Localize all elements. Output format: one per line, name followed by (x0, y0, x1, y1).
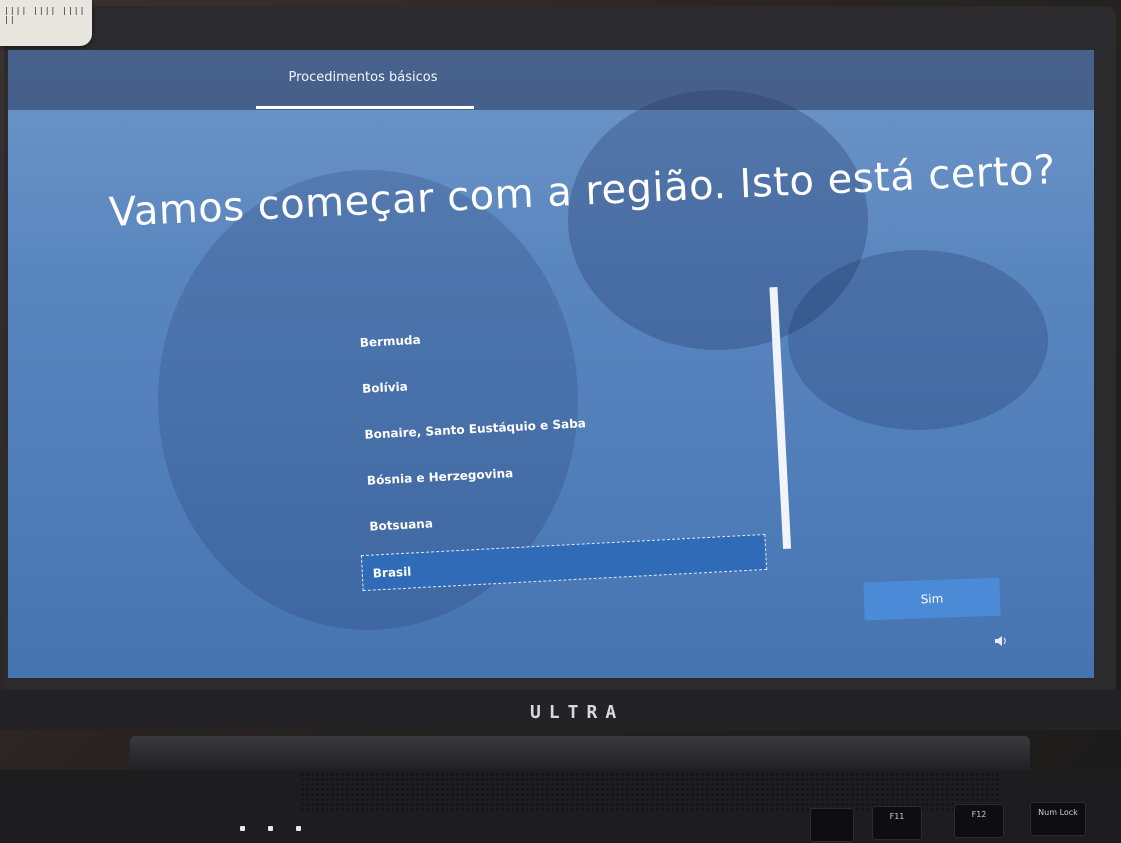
page-title: Vamos começar com a região. Isto está ce… (108, 147, 1057, 236)
reflection (788, 250, 1048, 430)
tab-procedimentos-basicos[interactable]: Procedimentos básicos (258, 64, 468, 108)
list-item-brasil[interactable]: Brasil (360, 533, 768, 592)
top-navigation-bar (8, 50, 1094, 110)
status-led (268, 826, 273, 831)
barcode-sticker: |||| |||| |||| || (0, 0, 92, 46)
photo-scene: |||| |||| |||| || Procedimentos básicos … (0, 0, 1121, 843)
oobe-screen: Procedimentos básicos Vamos começar com … (8, 50, 1094, 678)
region-list[interactable]: Bermuda Bolívia Bonaire, Santo Eustáquio… (348, 288, 779, 609)
brand-logo: ULTRA (530, 702, 625, 723)
region-list-container: Bermuda Bolívia Bonaire, Santo Eustáquio… (338, 286, 813, 610)
key-f12[interactable]: F12 (954, 804, 1004, 838)
key-f11[interactable]: F11 (872, 806, 922, 840)
key-num-lock[interactable]: Num Lock (1030, 802, 1086, 836)
sim-button[interactable]: Sim (863, 577, 1001, 621)
key-blank[interactable] (810, 808, 854, 842)
status-led (296, 826, 301, 831)
active-tab-indicator (256, 106, 474, 109)
status-led (240, 826, 245, 831)
volume-icon[interactable] (994, 635, 1008, 650)
